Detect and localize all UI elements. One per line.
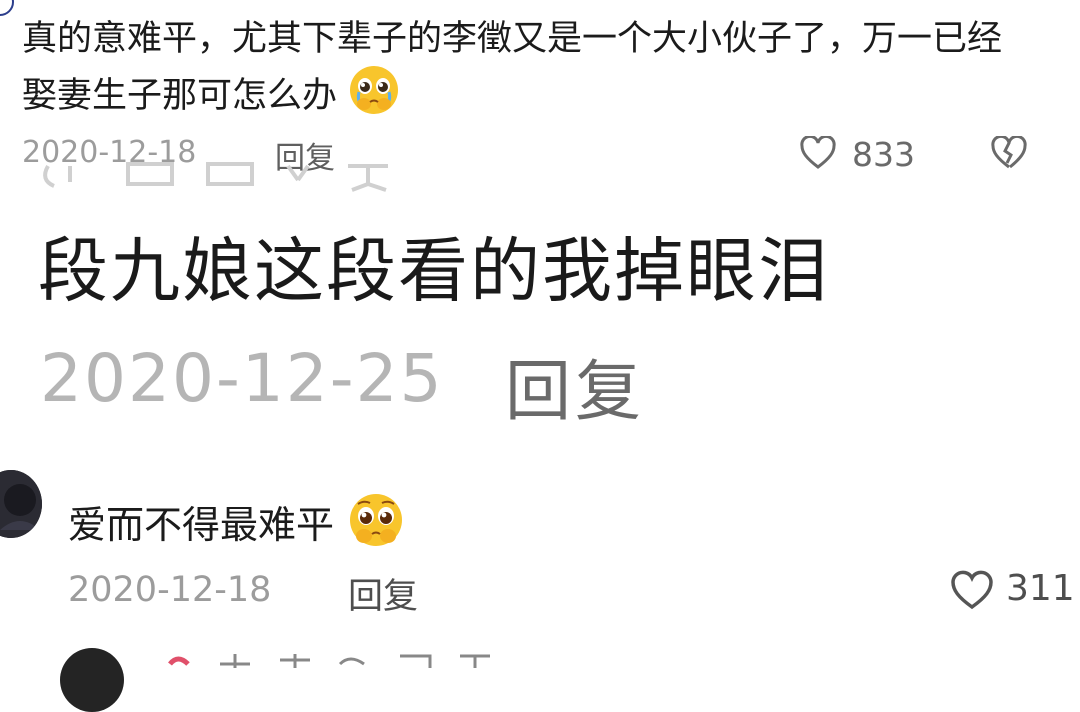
avatar[interactable]	[0, 0, 14, 16]
broken-heart-icon[interactable]	[990, 134, 1028, 170]
heart-icon[interactable]	[800, 134, 836, 170]
highlighted-comment-text: 段九娘这段看的我掉眼泪	[38, 230, 830, 312]
avatar[interactable]	[0, 470, 42, 538]
username-obscured	[160, 650, 520, 668]
comment-date: 2020-12-18	[68, 570, 272, 610]
username-obscured	[38, 160, 418, 196]
crying-pleading-face-icon	[348, 64, 400, 130]
comment-text: 真的意难平，尤其下辈子的李徵又是一个大小伙子了，万一已经娶妻生子那可怎么办	[22, 14, 1022, 130]
like-count: 833	[852, 135, 915, 174]
pleading-face-icon	[346, 492, 406, 563]
like-count: 311	[1006, 568, 1075, 609]
comment-text: 爱而不得最难平	[68, 492, 406, 563]
highlighted-comment-date: 2020-12-25	[40, 340, 444, 417]
heart-icon[interactable]	[950, 570, 994, 610]
avatar[interactable]	[60, 648, 124, 712]
reply-button[interactable]: 回复	[348, 568, 418, 619]
highlighted-reply-button[interactable]: 回复	[505, 338, 645, 434]
